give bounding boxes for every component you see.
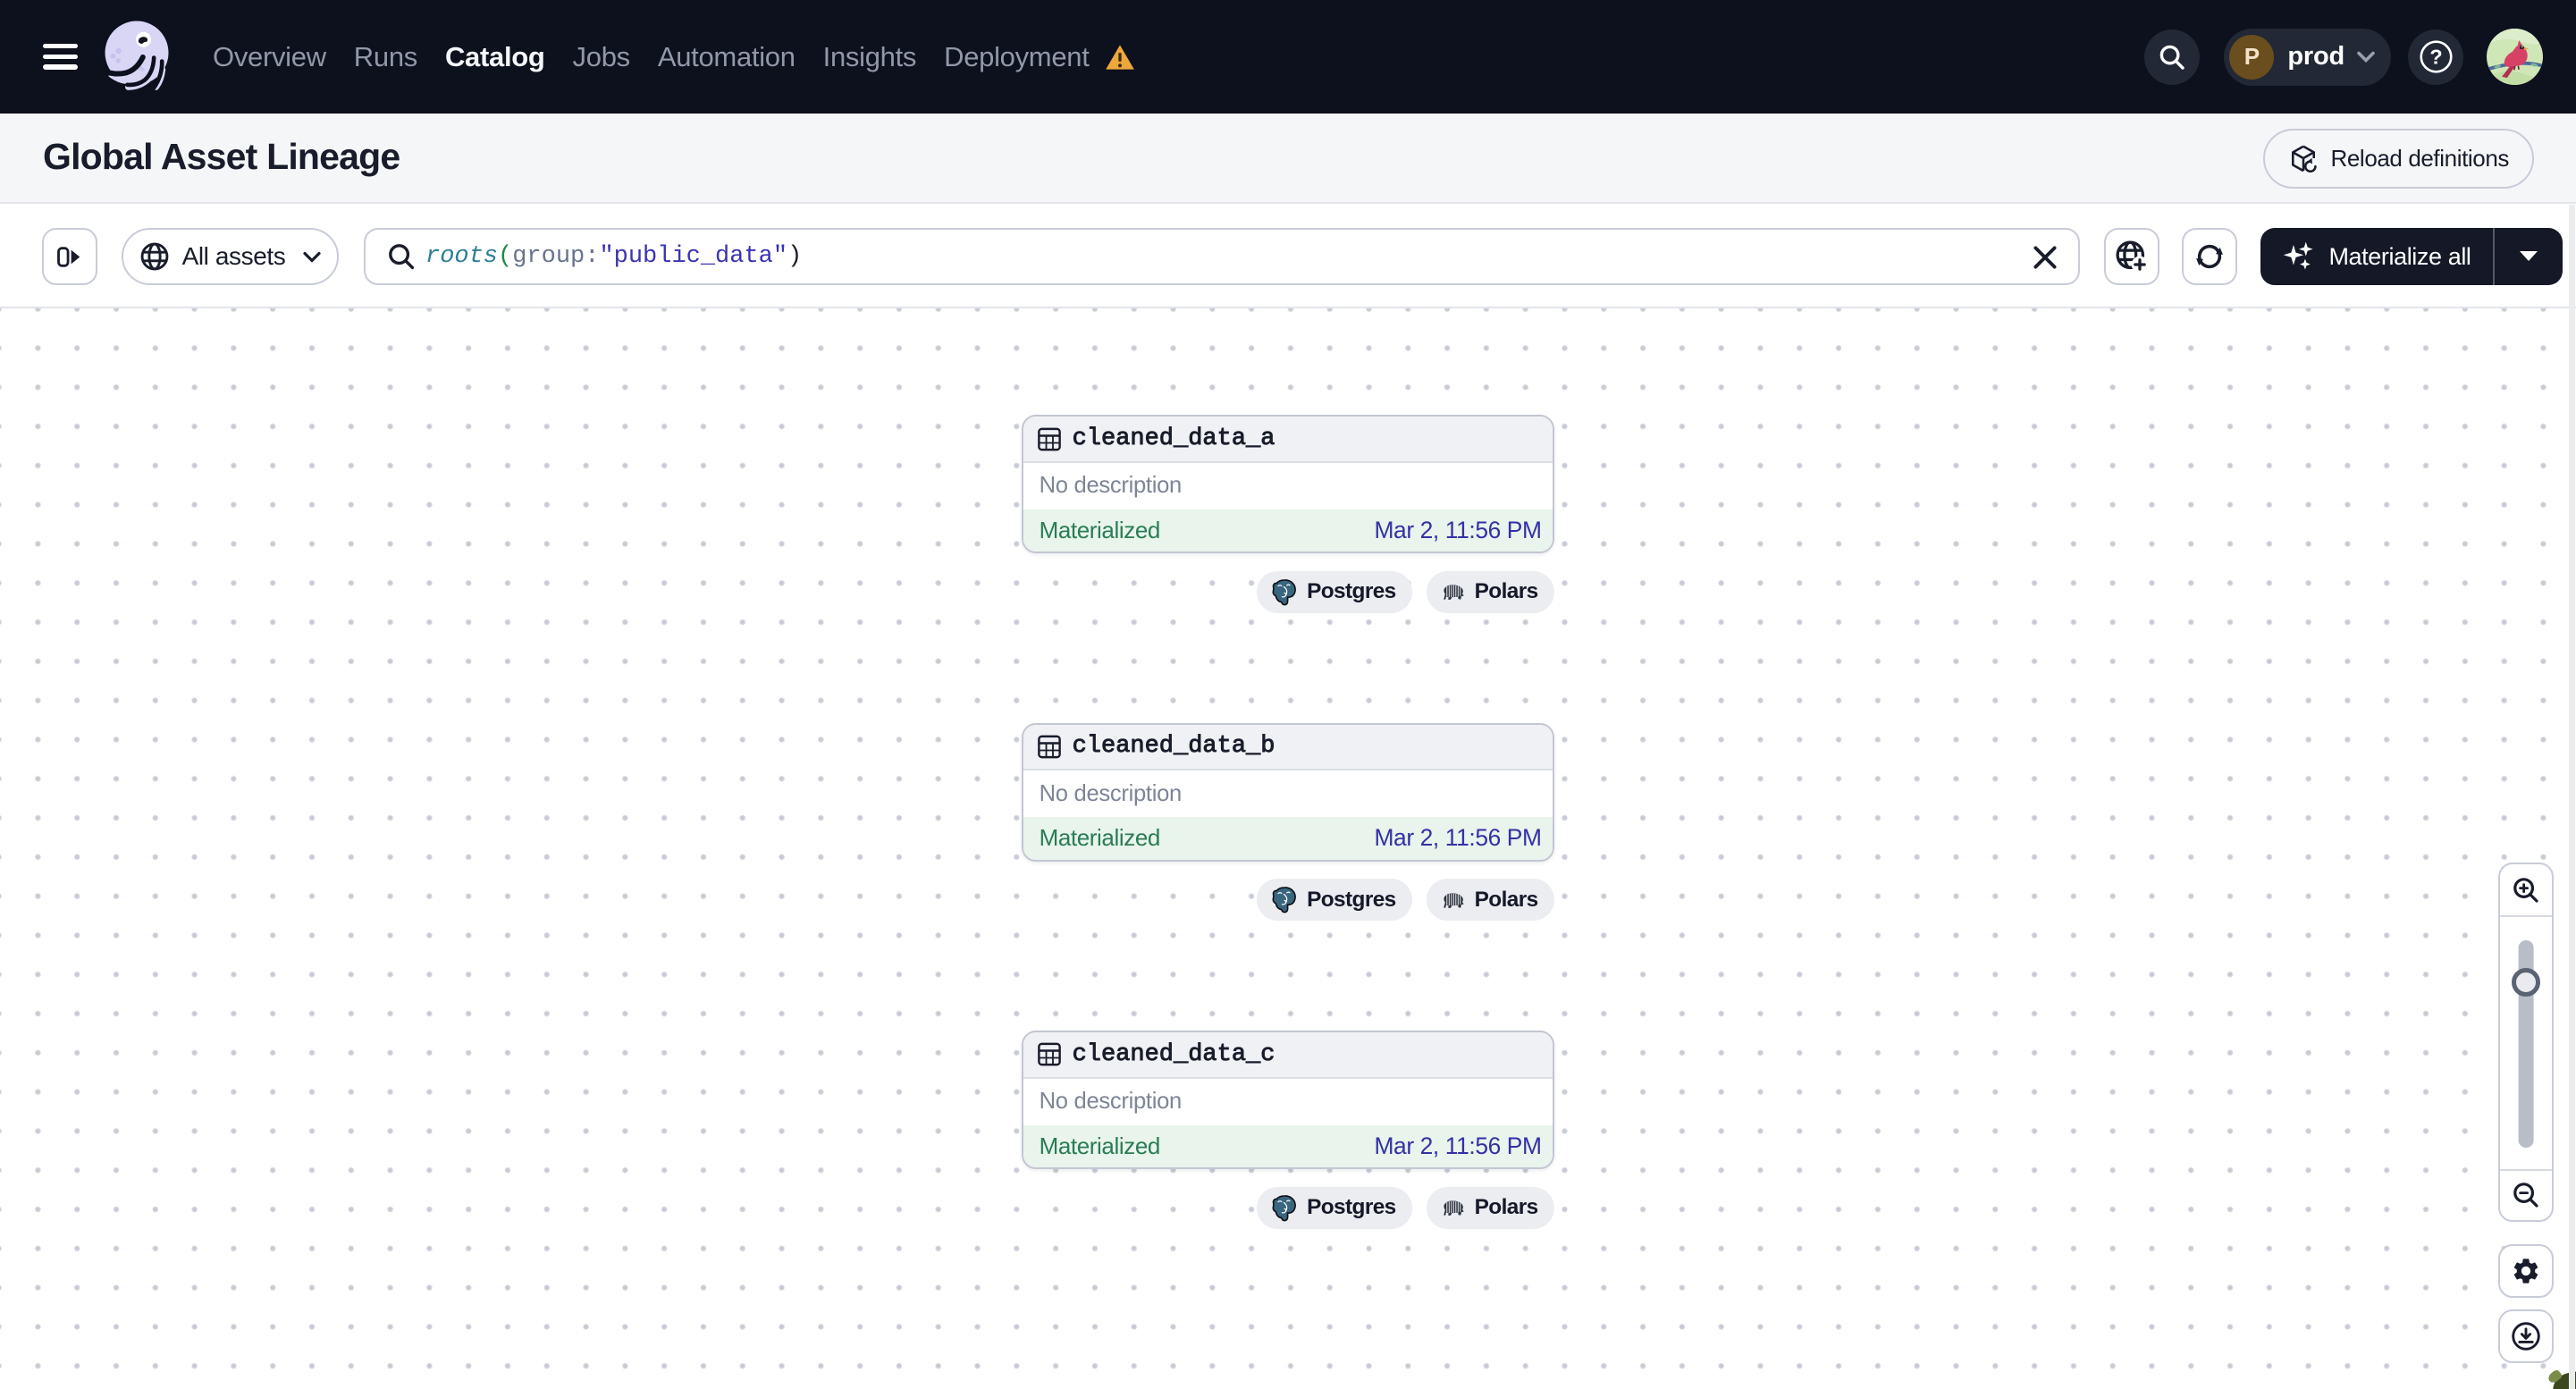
svg-text:?: ? bbox=[2429, 46, 2442, 69]
